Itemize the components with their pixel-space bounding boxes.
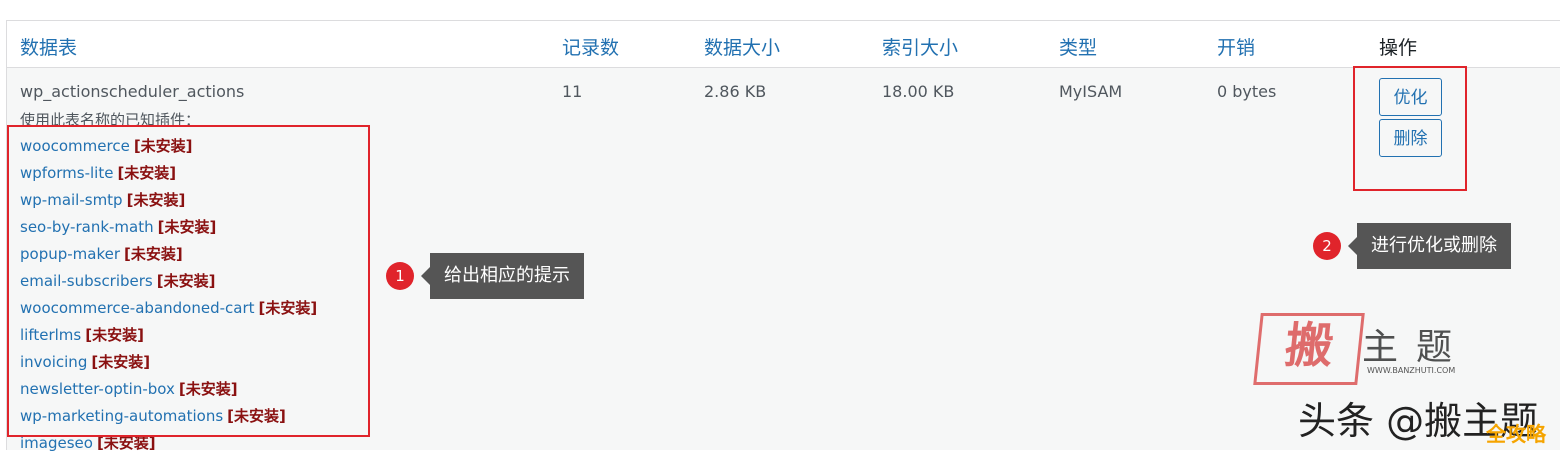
column-header-type[interactable]: 类型 [1059, 33, 1097, 60]
annotation-callout-2: 进行优化或删除 [1348, 223, 1511, 269]
watermark-stamp: 搬 [1253, 313, 1365, 385]
actions-highlight-box [1353, 66, 1467, 191]
table-header: 数据表 记录数 数据大小 索引大小 类型 开销 操作 [7, 21, 1560, 68]
column-header-actions: 操作 [1379, 37, 1418, 59]
index-size: 18.00 KB [882, 82, 955, 101]
engine-type: MyISAM [1059, 82, 1123, 101]
column-header-records[interactable]: 记录数 [562, 33, 619, 60]
annotation-number-1: 1 [386, 262, 414, 290]
plugin-list-highlight-box [7, 125, 370, 437]
column-header-overhead[interactable]: 开销 [1217, 33, 1255, 60]
data-size: 2.86 KB [704, 82, 767, 101]
records-count: 11 [562, 82, 583, 101]
table-name: wp_actionscheduler_actions [20, 82, 245, 101]
column-header-data-size[interactable]: 数据大小 [704, 33, 780, 60]
annotation-number-2: 2 [1313, 232, 1341, 260]
watermark-corner: 全攻略 [1486, 422, 1546, 446]
column-header-index-size[interactable]: 索引大小 [882, 33, 958, 60]
watermark-brand: 主题 [1362, 327, 1471, 368]
watermark-url: WWW.BANZHUTI.COM [1367, 366, 1456, 375]
annotation-callout-1: 给出相应的提示 [421, 253, 584, 299]
column-header-table[interactable]: 数据表 [20, 33, 77, 60]
overhead-value: 0 bytes [1217, 82, 1277, 101]
